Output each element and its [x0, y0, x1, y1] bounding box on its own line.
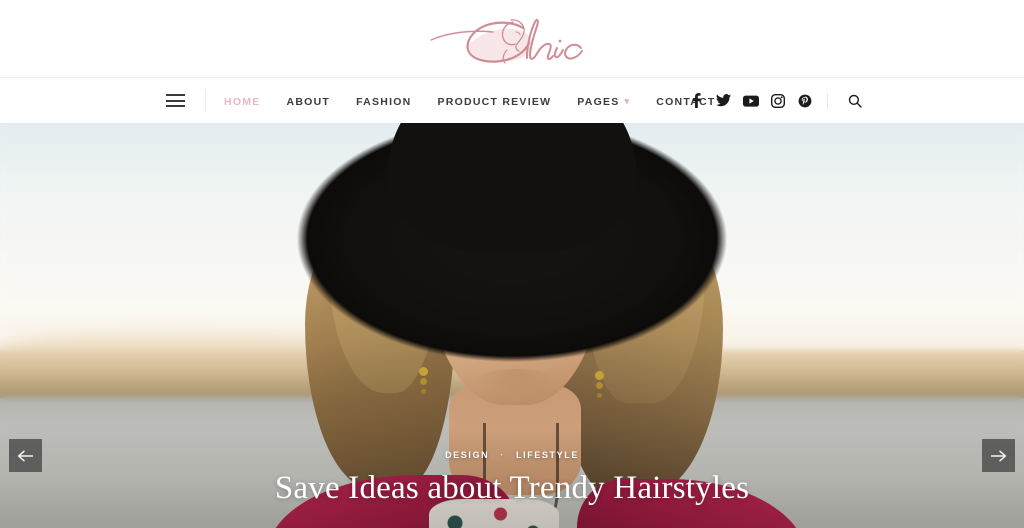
site-logo[interactable] [427, 10, 597, 68]
hamburger-line [166, 99, 185, 102]
chevron-down-icon: ▾ [624, 95, 631, 106]
hero-title[interactable]: Save Ideas about Trendy Hairstyles [0, 470, 1024, 506]
main-navigation: HOME ABOUT FASHION PRODUCT REVIEW PAGES ▾… [0, 78, 1024, 123]
twitter-icon[interactable] [714, 91, 733, 110]
hamburger-line [166, 94, 185, 96]
carousel-next-button[interactable] [982, 439, 1015, 472]
nav-link-pages-label: PAGES [577, 95, 620, 108]
hero-category-lifestyle[interactable]: LIFESTYLE [516, 450, 579, 460]
nav-divider [205, 89, 206, 112]
arrow-right-icon [991, 450, 1007, 461]
chic-logo-icon [430, 18, 583, 64]
category-separator: · [500, 449, 505, 460]
search-icon[interactable] [845, 91, 864, 110]
nav-item-fashion: FASHION [356, 92, 411, 110]
page-root: HOME ABOUT FASHION PRODUCT REVIEW PAGES ▾… [0, 0, 1024, 528]
nav-link-product-review[interactable]: PRODUCT REVIEW [438, 96, 552, 108]
hero-slider: DESIGN · LIFESTYLE Save Ideas about Tren… [0, 123, 1024, 528]
carousel-prev-button[interactable] [9, 439, 42, 472]
nav-link-pages[interactable]: PAGES ▾ [577, 96, 630, 108]
nav-left-group [166, 89, 224, 112]
instagram-icon[interactable] [768, 91, 787, 110]
hero-category-design[interactable]: DESIGN [445, 450, 489, 460]
nav-menu: HOME ABOUT FASHION PRODUCT REVIEW PAGES ▾… [224, 92, 716, 110]
hero-caption: DESIGN · LIFESTYLE Save Ideas about Tren… [0, 450, 1024, 506]
nav-item-home: HOME [224, 92, 261, 110]
nav-social-group [687, 78, 864, 123]
facebook-icon[interactable] [687, 91, 706, 110]
hero-categories: DESIGN · LIFESTYLE [0, 450, 1024, 460]
nav-item-about: ABOUT [287, 92, 331, 110]
nav-social-divider [827, 92, 828, 109]
hamburger-line [166, 105, 185, 107]
hamburger-menu-icon[interactable] [166, 94, 185, 107]
nav-item-product-review: PRODUCT REVIEW [438, 92, 552, 110]
nav-item-pages: PAGES ▾ [577, 92, 630, 110]
site-header [0, 0, 1024, 78]
nav-link-about[interactable]: ABOUT [287, 96, 331, 108]
hat-crown [387, 123, 637, 253]
arrow-left-icon [17, 450, 33, 461]
youtube-icon[interactable] [741, 91, 760, 110]
nav-link-fashion[interactable]: FASHION [356, 96, 411, 108]
pinterest-icon[interactable] [795, 91, 814, 110]
nav-link-home[interactable]: HOME [224, 96, 261, 108]
